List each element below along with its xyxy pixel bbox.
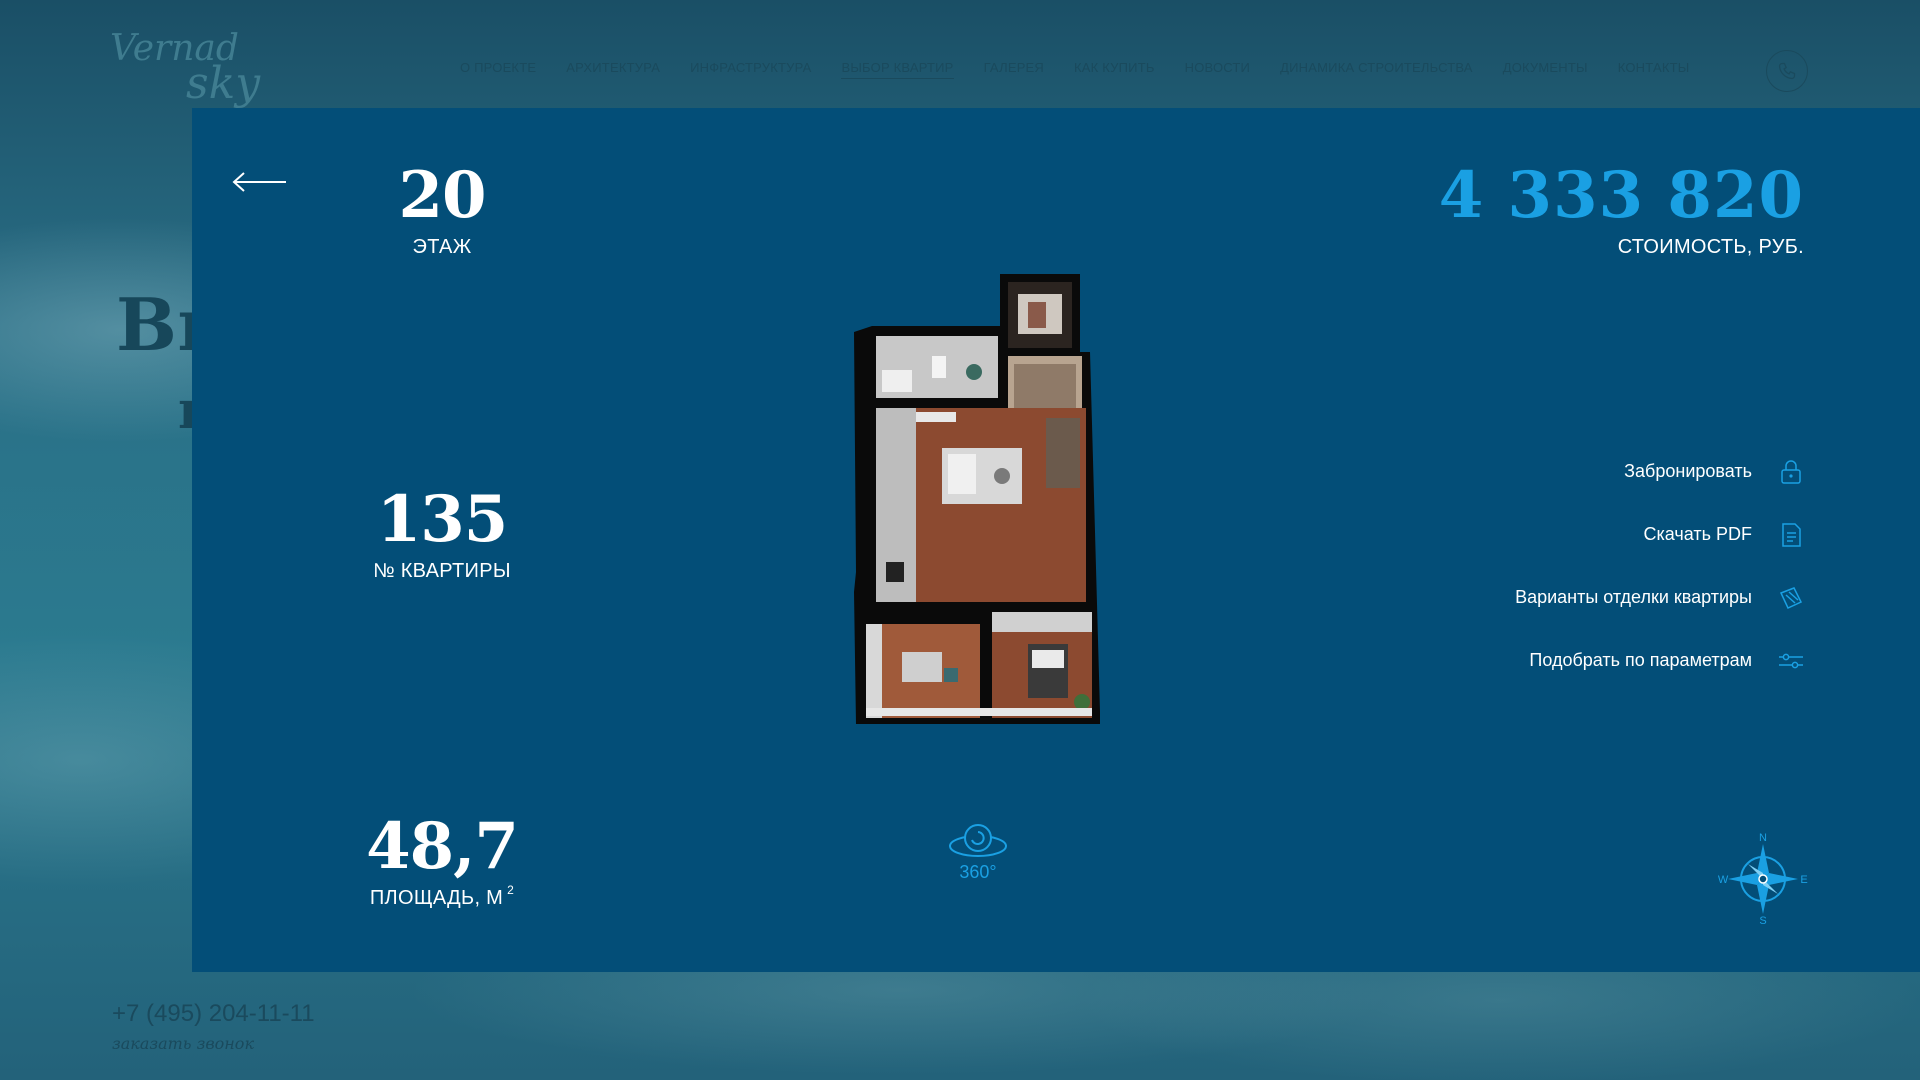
logo-line2: sky	[186, 58, 261, 109]
compass-e: E	[1800, 874, 1807, 886]
area-unit-superscript: 2	[507, 883, 515, 897]
filter-parameters-label: Подобрать по параметрам	[1529, 650, 1752, 670]
footer-phone[interactable]: +7 (495) 204-11-11	[112, 1000, 315, 1028]
book-label: Забронировать	[1624, 461, 1752, 481]
finish-options-button[interactable]: Варианты отделки квартиры	[1515, 566, 1804, 629]
nav-item-apartments[interactable]: ВЫБОР КВАРТИР	[841, 60, 954, 79]
document-icon	[1778, 522, 1804, 548]
lock-icon	[1778, 459, 1804, 485]
finish-options-label: Варианты отделки квартиры	[1515, 587, 1752, 607]
call-button[interactable]	[1766, 50, 1808, 92]
price-value: 4 333 820	[1438, 158, 1804, 233]
nav-item-about[interactable]: О ПРОЕКТЕ	[460, 60, 536, 79]
apartment-number-label: № КВАРТИРЫ	[373, 560, 511, 582]
nav-item-infrastructure[interactable]: ИНФРАСТРУКТУРА	[690, 60, 811, 79]
nav-item-contacts[interactable]: КОНТАКТЫ	[1618, 60, 1690, 79]
compass-s: S	[1759, 915, 1766, 926]
floor-stat: 20 ЭТАЖ	[350, 164, 534, 259]
apartment-number-value: 135	[376, 482, 509, 557]
filter-parameters-button[interactable]: Подобрать по параметрам	[1515, 629, 1804, 692]
floor-label: ЭТАЖ	[412, 236, 472, 258]
compass-icon: N S W E	[1718, 832, 1808, 926]
area-label: ПЛОЩАДЬ, М	[369, 887, 504, 909]
phone-icon	[1778, 62, 1796, 80]
paint-icon	[1778, 585, 1804, 611]
nav-item-news[interactable]: НОВОСТИ	[1185, 60, 1251, 79]
main-nav: О ПРОЕКТЕ АРХИТЕКТУРА ИНФРАСТРУКТУРА ВЫБ…	[460, 60, 1689, 79]
logo[interactable]: Vernad sky	[110, 28, 290, 109]
compass-n: N	[1759, 832, 1767, 844]
area-label-wrap: ПЛОЩАДЬ, М2	[350, 883, 534, 910]
area-stat: 48,7 ПЛОЩАДЬ, М2	[350, 815, 534, 910]
apartment-number-stat: 135 № КВАРТИРЫ	[350, 488, 534, 583]
book-button[interactable]: Забронировать	[1515, 440, 1804, 503]
back-arrow-icon[interactable]	[232, 170, 288, 194]
nav-item-documents[interactable]: ДОКУМЕНТЫ	[1503, 60, 1588, 79]
nav-item-architecture[interactable]: АРХИТЕКТУРА	[566, 60, 660, 79]
callback-link[interactable]: заказать звонок	[112, 1034, 254, 1053]
price-label: СТОИМОСТЬ, РУБ.	[1617, 236, 1804, 258]
download-pdf-label: Скачать PDF	[1643, 524, 1752, 544]
nav-item-gallery[interactable]: ГАЛЕРЕЯ	[984, 60, 1044, 79]
view-360-label: 360°	[959, 862, 996, 882]
floor-plan-image	[854, 274, 1100, 724]
download-pdf-button[interactable]: Скачать PDF	[1515, 503, 1804, 566]
view-360-icon[interactable]: 360°	[946, 820, 1010, 884]
nav-item-how-to-buy[interactable]: КАК КУПИТЬ	[1074, 60, 1155, 79]
action-list: Забронировать Скачать PDF Варианты отдел…	[1515, 440, 1804, 692]
area-value: 48,7	[366, 809, 519, 884]
filter-sliders-icon	[1778, 648, 1804, 674]
price-block: 4 333 820 СТОИМОСТЬ, РУБ.	[1439, 164, 1804, 259]
nav-item-construction[interactable]: ДИНАМИКА СТРОИТЕЛЬСТВА	[1280, 60, 1473, 79]
compass-w: W	[1718, 874, 1729, 886]
floor-value: 20	[398, 158, 486, 233]
